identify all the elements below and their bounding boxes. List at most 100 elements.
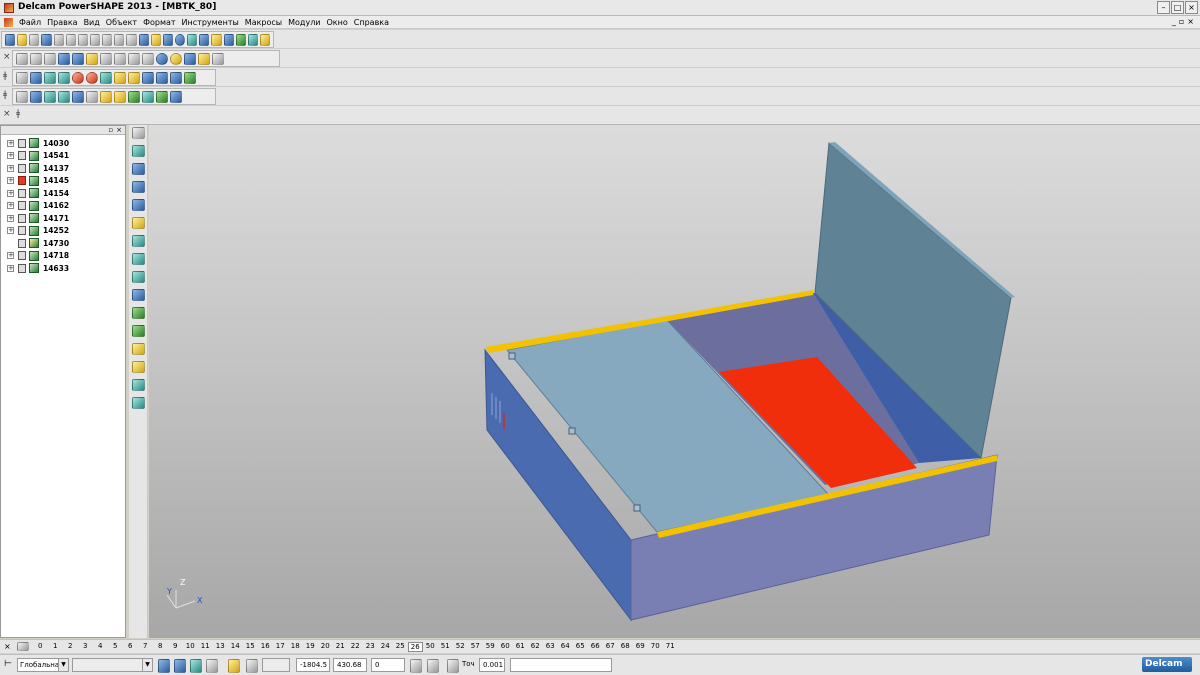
import-icon[interactable] (29, 33, 40, 46)
snap-icon[interactable] (228, 659, 240, 673)
surface-edit-icon[interactable] (170, 90, 182, 103)
lock-icon[interactable] (18, 188, 26, 198)
expand-icon[interactable]: + (7, 152, 14, 160)
level-67[interactable]: 67 (603, 642, 618, 652)
expand-icon[interactable]: + (7, 189, 14, 197)
solid-extrude-icon[interactable] (44, 71, 56, 84)
lock-icon[interactable] (18, 138, 26, 148)
lock-icon[interactable] (18, 163, 26, 173)
level-63[interactable]: 63 (543, 642, 558, 652)
level-24[interactable]: 24 (378, 642, 393, 652)
level-57[interactable]: 57 (468, 642, 483, 652)
expand-icon[interactable]: + (7, 202, 14, 210)
level-13[interactable]: 13 (213, 642, 228, 652)
solid-boolean-icon[interactable] (142, 71, 154, 84)
close-button[interactable]: × (1185, 1, 1198, 14)
level-11[interactable]: 11 (198, 642, 213, 652)
level-59[interactable]: 59 (483, 642, 498, 652)
calculator-icon[interactable] (410, 659, 422, 673)
curve-icon[interactable] (187, 33, 198, 46)
level-50[interactable]: 50 (423, 642, 438, 652)
tree-item[interactable]: +14162 (1, 200, 125, 213)
menu-edit[interactable]: Правка (44, 17, 80, 28)
position-icon[interactable] (427, 659, 439, 673)
level-61[interactable]: 61 (513, 642, 528, 652)
level-10[interactable]: 10 (183, 642, 198, 652)
pan-icon[interactable] (86, 52, 98, 65)
menu-format[interactable]: Формат (140, 17, 178, 28)
level-71[interactable]: 71 (663, 642, 678, 652)
tree-item[interactable]: +14154 (1, 187, 125, 200)
wizard-icon[interactable] (259, 33, 271, 46)
level-14[interactable]: 14 (228, 642, 243, 652)
lock-icon[interactable] (18, 226, 26, 236)
zoom-out-icon[interactable] (114, 52, 126, 65)
workplane-secondary-select[interactable]: ▼ (72, 658, 153, 672)
dimension-icon[interactable] (211, 33, 222, 46)
expand-icon[interactable]: + (7, 252, 14, 260)
surface-sweep-icon[interactable] (72, 90, 84, 103)
shaded-icon[interactable] (170, 52, 182, 65)
menu-view[interactable]: Вид (81, 17, 103, 28)
solid-block-icon[interactable] (16, 71, 28, 84)
grid-icon[interactable] (246, 659, 258, 673)
component-mode-icon[interactable] (190, 659, 202, 673)
solid-edit-icon[interactable] (184, 71, 196, 84)
level-22[interactable]: 22 (348, 642, 363, 652)
solid-sweep-icon[interactable] (100, 71, 112, 84)
workplane-icon[interactable] (162, 33, 173, 46)
select-style-icon[interactable] (132, 361, 145, 373)
view-iso2-icon[interactable] (72, 52, 84, 65)
surface-offset-icon[interactable] (128, 90, 140, 103)
level-7[interactable]: 7 (138, 642, 153, 652)
doc-minimize-button[interactable]: _ (1172, 17, 1176, 26)
select-icon[interactable] (138, 33, 149, 46)
menu-object[interactable]: Объект (103, 17, 140, 28)
lock-icon[interactable] (18, 238, 26, 248)
menu-help[interactable]: Справка (351, 17, 392, 28)
level-6[interactable]: 6 (123, 642, 138, 652)
workplane-select[interactable]: Глобальна ▼ (17, 658, 69, 672)
lock-icon[interactable] (18, 263, 26, 273)
level-19[interactable]: 19 (303, 642, 318, 652)
surface-trim-icon[interactable] (114, 90, 126, 103)
expand-icon[interactable]: + (7, 214, 14, 222)
zoom-box-icon[interactable] (142, 52, 154, 65)
save-icon[interactable] (41, 33, 52, 46)
globe-icon[interactable] (156, 52, 168, 65)
select-add-icon[interactable] (132, 181, 145, 193)
level-18[interactable]: 18 (288, 642, 303, 652)
level-52[interactable]: 52 (453, 642, 468, 652)
tree-item[interactable]: +14252 (1, 225, 125, 238)
level-17[interactable]: 17 (273, 642, 288, 652)
surface-fill-icon[interactable] (156, 90, 168, 103)
surface-revolve-icon[interactable] (58, 90, 70, 103)
level-69[interactable]: 69 (633, 642, 648, 652)
toolbar-pin-icon[interactable]: ǂ (3, 71, 7, 81)
view-front-icon[interactable] (16, 52, 28, 65)
new-file-icon[interactable] (5, 33, 16, 46)
print-icon[interactable] (53, 33, 64, 46)
select-surface-icon[interactable] (132, 235, 145, 247)
tree-item[interactable]: +14030 (1, 137, 125, 150)
lock-icon[interactable] (18, 201, 26, 211)
z-coordinate[interactable]: 0 (371, 658, 405, 672)
minimize-button[interactable]: – (1157, 1, 1170, 14)
toolbar-pin-icon-2[interactable]: ǂ (3, 90, 7, 100)
lock-icon[interactable] (18, 151, 26, 161)
select-similar-icon[interactable] (132, 379, 145, 391)
surface-blend-icon[interactable] (142, 90, 154, 103)
view-back-icon[interactable] (30, 52, 42, 65)
maximize-button[interactable]: □ (1171, 1, 1184, 14)
select-component-icon[interactable] (132, 271, 145, 283)
surface-extrude-icon[interactable] (44, 90, 56, 103)
level-68[interactable]: 68 (618, 642, 633, 652)
pointer-icon[interactable] (132, 127, 145, 139)
select-level-icon[interactable] (132, 217, 145, 229)
menu-macros[interactable]: Макросы (242, 17, 285, 28)
lights-icon[interactable] (198, 52, 210, 65)
tree-item[interactable]: +14137 (1, 162, 125, 175)
graphics-viewport[interactable]: Z X Y (149, 125, 1200, 638)
solid-sphere-icon[interactable] (72, 71, 84, 84)
level-20[interactable]: 20 (318, 642, 333, 652)
